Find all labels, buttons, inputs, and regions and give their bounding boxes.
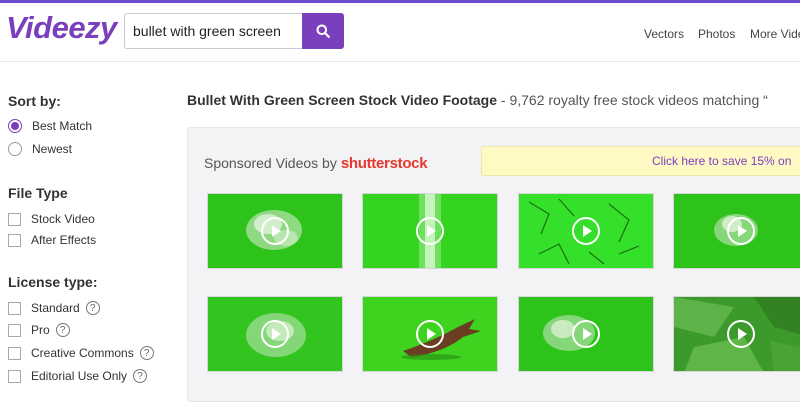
license-standard[interactable]: Standard ? <box>8 301 100 315</box>
filter-stock-video[interactable]: Stock Video <box>8 212 95 226</box>
search-input[interactable] <box>124 13 302 49</box>
play-icon[interactable] <box>727 217 755 245</box>
filter-after-effects[interactable]: After Effects <box>8 233 96 247</box>
search-button[interactable] <box>302 13 344 49</box>
checkbox-icon[interactable] <box>8 212 21 226</box>
video-thumbnail[interactable] <box>518 193 654 269</box>
file-type-title: File Type <box>8 185 68 201</box>
promo-banner[interactable]: Click here to save 15% on <box>481 146 800 176</box>
videezy-logo[interactable]: Videezy <box>6 10 117 46</box>
license-type-title: License type: <box>8 274 98 290</box>
nav-photos[interactable]: Photos <box>698 27 735 41</box>
video-thumbnail[interactable] <box>673 296 800 372</box>
filter-sidebar: Sort by: Best Match Newest File Type Sto… <box>0 62 180 409</box>
license-pro[interactable]: Pro ? <box>8 323 70 337</box>
results-count: - 9,762 royalty free stock videos matchi… <box>497 92 768 108</box>
sort-by-title: Sort by: <box>8 93 61 109</box>
help-icon[interactable]: ? <box>85 301 100 315</box>
top-bar: Videezy Vectors Photos More Vide <box>0 0 800 62</box>
checkbox-icon[interactable] <box>8 301 21 315</box>
play-icon[interactable] <box>261 320 289 348</box>
play-icon[interactable] <box>261 217 289 245</box>
results-title: Bullet With Green Screen Stock Video Foo… <box>187 92 498 108</box>
sort-newest[interactable]: Newest <box>8 142 72 156</box>
shutterstock-logo[interactable]: shutterstock <box>341 155 428 172</box>
checkbox-icon[interactable] <box>8 369 21 383</box>
sponsored-label: Sponsored Videos by shutterstock <box>204 155 428 172</box>
checkbox-icon[interactable] <box>8 346 21 360</box>
video-thumbnail[interactable] <box>362 296 498 372</box>
search-icon <box>316 24 330 38</box>
license-editorial[interactable]: Editorial Use Only ? <box>8 369 148 383</box>
help-icon[interactable]: ? <box>139 346 154 360</box>
radio-icon[interactable] <box>8 142 22 156</box>
help-icon[interactable]: ? <box>55 323 70 337</box>
radio-selected-icon[interactable] <box>8 119 22 133</box>
video-thumbnail[interactable] <box>207 193 343 269</box>
checkbox-icon[interactable] <box>8 233 21 247</box>
nav-vectors[interactable]: Vectors <box>644 27 684 41</box>
sponsored-panel: Sponsored Videos by shutterstock Click h… <box>187 127 800 402</box>
help-icon[interactable]: ? <box>133 369 148 383</box>
play-icon[interactable] <box>416 320 444 348</box>
video-thumbnail[interactable] <box>518 296 654 372</box>
search-bar <box>124 13 344 49</box>
play-icon[interactable] <box>416 217 444 245</box>
results-heading: Bullet With Green Screen Stock Video Foo… <box>187 92 800 108</box>
play-icon[interactable] <box>727 320 755 348</box>
sort-best-match[interactable]: Best Match <box>8 119 92 133</box>
license-creative-commons[interactable]: Creative Commons ? <box>8 346 154 360</box>
video-thumbnail[interactable] <box>673 193 800 269</box>
play-icon[interactable] <box>572 217 600 245</box>
nav-more-videos[interactable]: More Vide <box>750 27 800 41</box>
play-icon[interactable] <box>572 320 600 348</box>
video-thumbnail[interactable] <box>362 193 498 269</box>
video-thumbnail[interactable] <box>207 296 343 372</box>
checkbox-icon[interactable] <box>8 323 21 337</box>
